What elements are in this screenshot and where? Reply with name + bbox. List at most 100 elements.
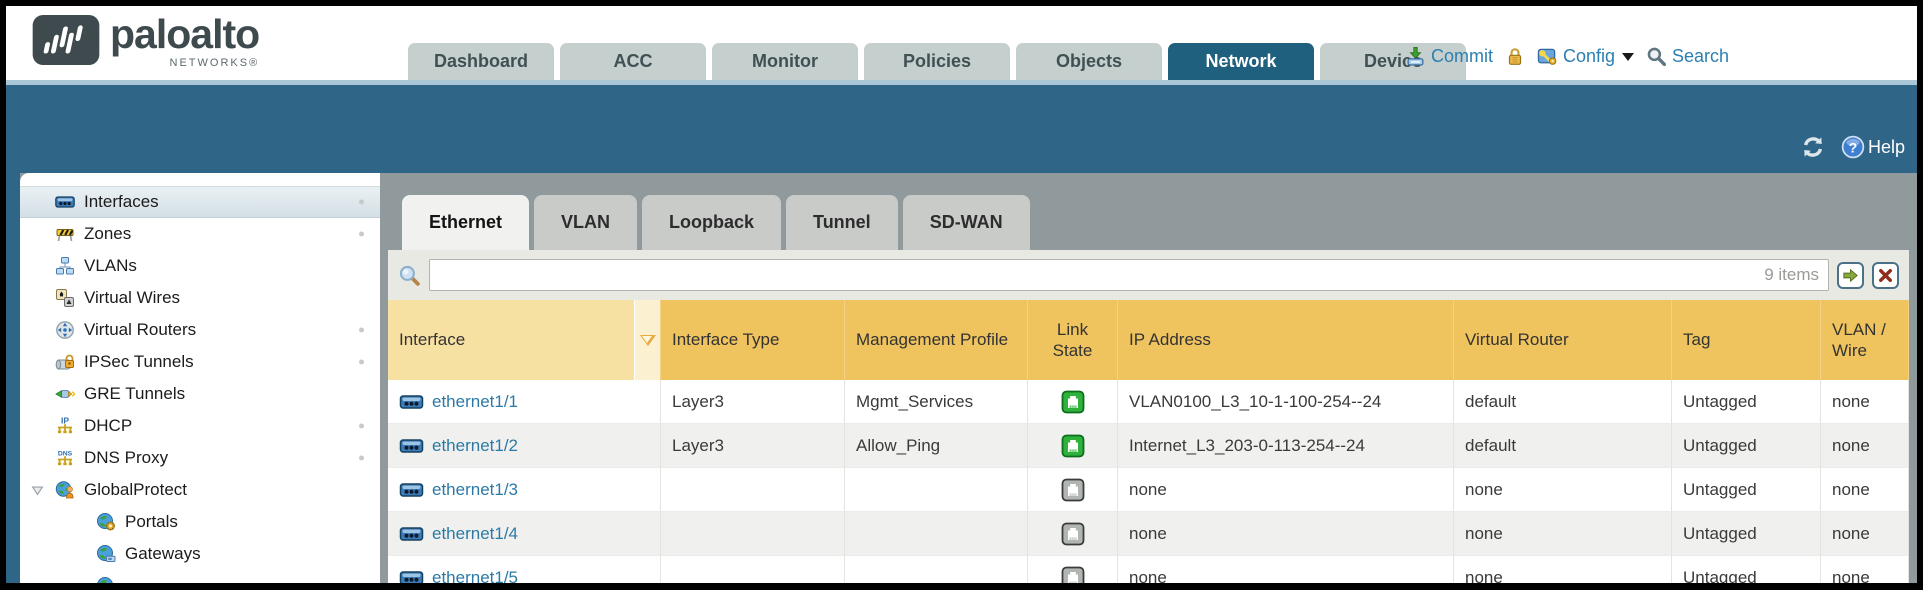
tag-cell: Untagged xyxy=(1672,424,1821,468)
tab-monitor[interactable]: Monitor xyxy=(712,43,858,80)
commit-icon xyxy=(1405,46,1426,67)
ethernet-interface-icon xyxy=(399,438,424,454)
brand-name: paloalto xyxy=(110,15,259,54)
subtab-tunnel[interactable]: Tunnel xyxy=(786,195,898,250)
column-header-link-state[interactable]: Link State xyxy=(1028,300,1118,380)
sort-dropdown-button[interactable] xyxy=(634,300,660,380)
link-up-icon xyxy=(1061,390,1085,414)
column-header-vlan-wire[interactable]: VLAN / Wire xyxy=(1821,300,1909,380)
management-profile-cell: Allow_Ping xyxy=(845,424,1028,468)
sidebar-item-zones[interactable]: Zones xyxy=(20,218,380,250)
link-state-cell xyxy=(1028,468,1118,512)
tab-objects[interactable]: Objects xyxy=(1016,43,1162,80)
ip-address-cell: Internet_L3_203-0-113-254--24 xyxy=(1118,424,1454,468)
table-row[interactable]: ethernet1/5nonenoneUntaggednone xyxy=(388,556,1909,583)
network-sidebar: InterfacesZones VLANs Virtual Wires Virtual… xyxy=(20,173,380,583)
item-dot xyxy=(359,232,364,237)
tab-acc[interactable]: ACC xyxy=(560,43,706,80)
item-dot xyxy=(359,360,364,365)
filter-input[interactable] xyxy=(429,259,1829,291)
expander-down-icon[interactable] xyxy=(31,484,44,497)
interface-link[interactable]: ethernet1/4 xyxy=(432,524,518,544)
interface-type-cell xyxy=(661,468,845,512)
column-header-virtual-router[interactable]: Virtual Router xyxy=(1454,300,1672,380)
sidebar-item-virtual-wires[interactable]: Virtual Wires xyxy=(20,282,380,314)
subtab-sd-wan[interactable]: SD-WAN xyxy=(903,195,1030,250)
tag-cell: Untagged xyxy=(1672,512,1821,556)
interface-type-cell xyxy=(661,512,845,556)
ip-address-cell: none xyxy=(1118,468,1454,512)
sidebar-item-globalprotect[interactable]: GlobalProtect xyxy=(20,474,380,506)
filter-bar: 9 items xyxy=(388,250,1909,300)
vlan-wire-cell: none xyxy=(1821,556,1909,583)
interface-cell: ethernet1/4 xyxy=(388,512,661,556)
sidebar-item-dhcp[interactable]: IPDHCP xyxy=(20,410,380,442)
table-row[interactable]: ethernet1/2Layer3Allow_PingInternet_L3_2… xyxy=(388,424,1909,468)
tag-cell: Untagged xyxy=(1672,556,1821,583)
dns-proxy-icon: DNS xyxy=(55,448,75,468)
sidebar-item-vlans[interactable]: VLANs xyxy=(20,250,380,282)
ip-address-cell: VLAN0100_L3_10-1-100-254--24 xyxy=(1118,380,1454,424)
virtual-router-cell: none xyxy=(1454,512,1672,556)
vlan-wire-cell: none xyxy=(1821,424,1909,468)
sidebar-item-interfaces[interactable]: Interfaces xyxy=(20,186,380,218)
ethernet-interface-icon xyxy=(399,482,424,498)
sidebar-item-ipsec-tunnels[interactable]: IPSec Tunnels xyxy=(20,346,380,378)
column-header-ip-address[interactable]: IP Address xyxy=(1118,300,1454,380)
search-button[interactable]: Search xyxy=(1646,46,1729,67)
subtab-loopback[interactable]: Loopback xyxy=(642,195,781,250)
sidebar-item-gre-tunnels[interactable]: GRE Tunnels xyxy=(20,378,380,410)
config-icon xyxy=(1537,46,1558,67)
item-dot xyxy=(359,200,364,205)
link-state-cell xyxy=(1028,424,1118,468)
ethernet-interface-icon xyxy=(399,570,424,584)
column-header-management-profile[interactable]: Management Profile xyxy=(845,300,1028,380)
ethernet-interface-icon xyxy=(399,526,424,542)
interface-link[interactable]: ethernet1/2 xyxy=(432,436,518,456)
interface-link[interactable]: ethernet1/5 xyxy=(432,568,518,584)
sidebar-item-gateways[interactable]: Gateways xyxy=(20,538,380,570)
tab-network[interactable]: Network xyxy=(1168,43,1314,80)
link-down-icon xyxy=(1061,522,1085,546)
link-state-cell xyxy=(1028,380,1118,424)
clear-x-icon xyxy=(1876,266,1895,285)
table-row[interactable]: ethernet1/3nonenoneUntaggednone xyxy=(388,468,1909,512)
interface-link[interactable]: ethernet1/3 xyxy=(432,480,518,500)
lock-icon[interactable] xyxy=(1505,46,1525,67)
gateways-icon xyxy=(96,544,116,564)
sidebar-item-dns-proxy[interactable]: DNS DNS Proxy xyxy=(20,442,380,474)
ip-address-cell: none xyxy=(1118,556,1454,583)
ipsec-tunnels-icon xyxy=(55,352,75,372)
help-button[interactable]: ? Help xyxy=(1841,135,1905,159)
table-row[interactable]: ethernet1/1Layer3Mgmt_ServicesVLAN0100_L… xyxy=(388,380,1909,424)
globalprotect-icon xyxy=(55,480,75,500)
dhcp-icon: IP xyxy=(55,416,75,436)
gre-tunnels-icon xyxy=(55,384,75,404)
item-dot xyxy=(359,424,364,429)
interface-cell: ethernet1/5 xyxy=(388,556,661,583)
column-header-interface[interactable]: Interface xyxy=(388,300,661,380)
zones-icon xyxy=(55,224,75,244)
column-header-tag[interactable]: Tag xyxy=(1672,300,1821,380)
banner-bar: ? Help xyxy=(6,85,1917,173)
column-header-interface-type[interactable]: Interface Type xyxy=(661,300,845,380)
virtual-routers-icon xyxy=(55,320,75,340)
tab-dashboard[interactable]: Dashboard xyxy=(408,43,554,80)
commit-button[interactable]: Commit xyxy=(1405,46,1493,67)
tab-policies[interactable]: Policies xyxy=(864,43,1010,80)
interface-link[interactable]: ethernet1/1 xyxy=(432,392,518,412)
clear-filter-button[interactable] xyxy=(1872,262,1899,289)
sidebar-item-portals[interactable]: Portals xyxy=(20,506,380,538)
subtab-vlan[interactable]: VLAN xyxy=(534,195,637,250)
table-row[interactable]: ethernet1/4nonenoneUntaggednone xyxy=(388,512,1909,556)
sidebar-item-label: Virtual Routers xyxy=(84,320,196,340)
sidebar-item-virtual-routers[interactable]: Virtual Routers xyxy=(20,314,380,346)
sidebar-item-partial[interactable] xyxy=(20,570,380,583)
sidebar-item-label: DNS Proxy xyxy=(84,448,168,468)
sidebar-item-label: VLANs xyxy=(84,256,137,276)
config-menu-button[interactable]: Config xyxy=(1537,46,1634,67)
interface-type-tabs: EthernetVLANLoopbackTunnelSD-WAN xyxy=(402,195,1909,250)
apply-filter-button[interactable] xyxy=(1837,262,1864,289)
refresh-icon[interactable] xyxy=(1801,135,1825,159)
subtab-ethernet[interactable]: Ethernet xyxy=(402,195,529,250)
